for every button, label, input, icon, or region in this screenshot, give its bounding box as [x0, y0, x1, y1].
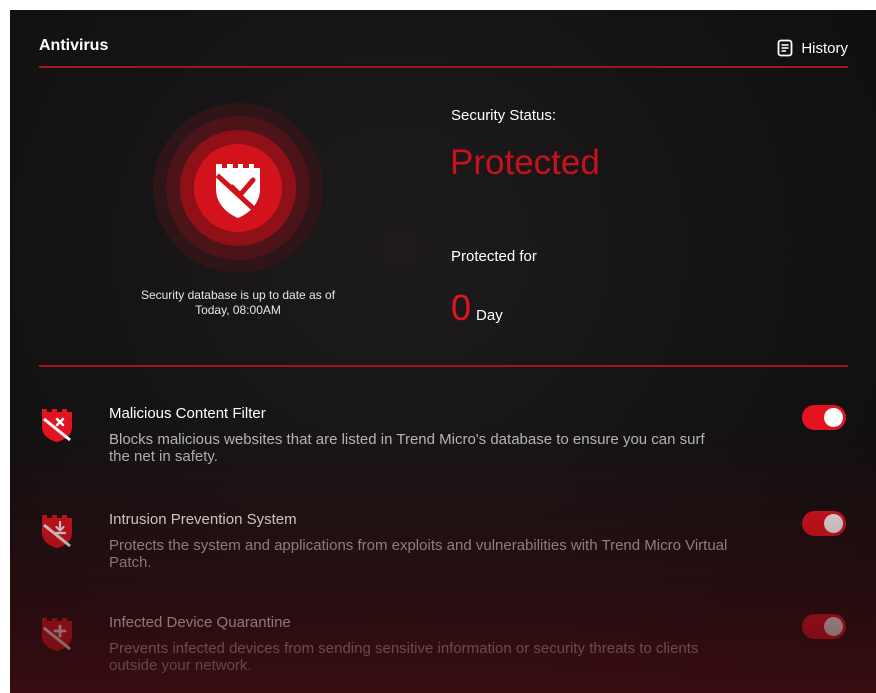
toggle-knob: [824, 514, 843, 533]
database-update-note: Security database is up to date as of To…: [140, 288, 336, 317]
feature-description: Protects the system and applications fro…: [109, 537, 728, 571]
feature-infected-device-quarantine: Infected Device Quarantine Prevents infe…: [40, 614, 848, 693]
document-icon: [777, 39, 793, 57]
security-status-value: Protected: [450, 143, 600, 182]
feature-title: Infected Device Quarantine: [109, 614, 291, 631]
panel-header: Antivirus History: [39, 34, 848, 70]
feature-malicious-content-filter: Malicious Content Filter Blocks maliciou…: [40, 405, 848, 485]
shield-download-icon: [40, 513, 74, 549]
security-status-graphic: [153, 103, 323, 273]
protected-days-unit: Day: [476, 307, 503, 324]
history-label: History: [801, 39, 848, 57]
protected-days-count: 0: [451, 287, 472, 328]
protected-for-label: Protected for: [451, 248, 537, 265]
feature-description: Blocks malicious websites that are liste…: [109, 431, 705, 465]
malicious-content-filter-toggle[interactable]: [802, 405, 846, 430]
feature-intrusion-prevention: Intrusion Prevention System Protects the…: [40, 511, 848, 591]
shield-plus-icon: [40, 616, 74, 652]
security-status-label: Security Status:: [451, 107, 557, 124]
antivirus-panel: Antivirus History Security database is u…: [10, 10, 876, 693]
intrusion-prevention-toggle[interactable]: [802, 511, 846, 536]
feature-description: Prevents infected devices from sending s…: [109, 640, 699, 674]
history-link[interactable]: History: [777, 37, 848, 59]
section-divider: [39, 365, 848, 367]
toggle-knob: [824, 408, 843, 427]
feature-title: Intrusion Prevention System: [109, 511, 297, 528]
infected-device-quarantine-toggle[interactable]: [802, 614, 846, 639]
header-divider: [39, 66, 848, 68]
shield-x-icon: [40, 407, 74, 443]
protected-days: 0 Day: [451, 290, 503, 326]
toggle-knob: [824, 617, 843, 636]
feature-title: Malicious Content Filter: [109, 405, 266, 422]
page-title: Antivirus: [39, 37, 109, 54]
